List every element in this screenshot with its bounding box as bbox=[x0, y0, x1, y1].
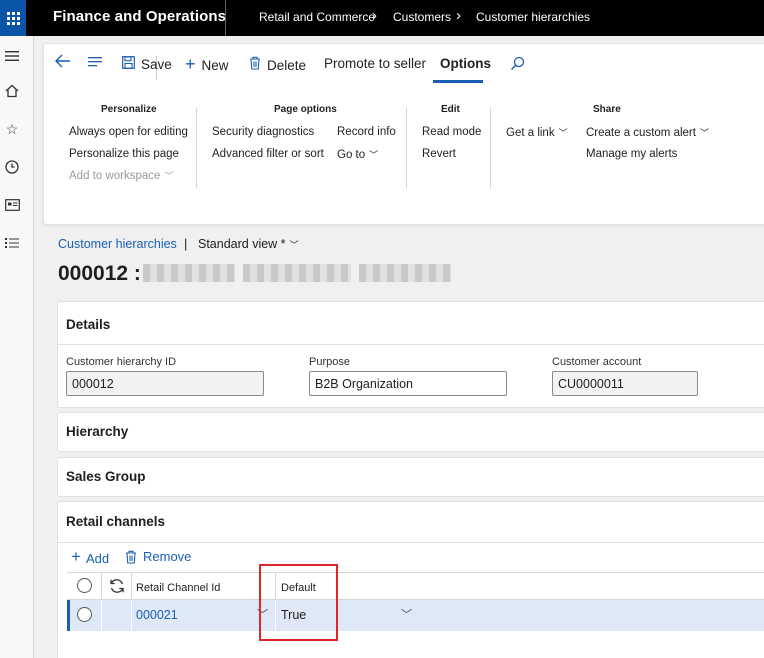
remove-button[interactable]: Remove bbox=[125, 549, 191, 564]
app-launcher-button[interactable] bbox=[0, 0, 26, 36]
customer-hierarchy-id-field[interactable]: 000012 bbox=[66, 371, 264, 396]
retail-channels-section: Retail channels + Add Remove Retail Chan… bbox=[57, 501, 764, 658]
tab-selected-indicator bbox=[433, 80, 483, 83]
default-dropdown-chevron-icon[interactable]: ﹀ bbox=[401, 606, 412, 622]
revert-button[interactable]: Revert bbox=[422, 148, 456, 160]
select-all-checkbox[interactable] bbox=[77, 578, 92, 593]
back-arrow-icon bbox=[55, 54, 70, 68]
group-title-edit: Edit bbox=[441, 104, 460, 115]
hierarchy-section: Hierarchy bbox=[57, 412, 764, 452]
chevron-down-icon: ﹀ bbox=[289, 240, 299, 250]
group-title-share: Share bbox=[593, 104, 621, 115]
get-a-link-button[interactable]: Get a link ﹀ bbox=[506, 126, 568, 139]
trash-icon bbox=[126, 550, 136, 564]
view-selector[interactable]: Standard view * ﹀ bbox=[198, 237, 299, 251]
plus-icon: + bbox=[185, 54, 196, 74]
purpose-field[interactable]: B2B Organization bbox=[309, 371, 507, 396]
column-divider bbox=[101, 573, 102, 601]
page-title: 000012 : bbox=[58, 262, 141, 285]
security-diagnostics-button[interactable]: Security diagnostics bbox=[212, 126, 314, 138]
star-icon[interactable]: ☆ bbox=[0, 117, 24, 141]
waffle-icon bbox=[6, 11, 20, 25]
search-icon bbox=[511, 56, 525, 70]
new-button[interactable]: + New bbox=[185, 54, 229, 75]
add-to-workspace-button[interactable]: Add to workspace ﹀ bbox=[69, 169, 173, 182]
row-select-checkbox[interactable] bbox=[77, 607, 92, 622]
top-bar: Finance and Operations Retail and Commer… bbox=[0, 0, 764, 36]
customer-account-label: Customer account bbox=[552, 356, 642, 368]
breadcrumb-customers[interactable]: Customers bbox=[393, 10, 451, 24]
add-button[interactable]: + Add bbox=[71, 547, 109, 567]
group-divider bbox=[196, 108, 197, 188]
action-pane: Save + New Delete Promote to seller Opti… bbox=[43, 43, 764, 225]
chevron-right-icon: › bbox=[456, 7, 461, 24]
chevron-down-icon: ﹀ bbox=[164, 171, 174, 181]
back-button[interactable] bbox=[55, 54, 71, 68]
section-divider bbox=[58, 542, 764, 543]
details-section: Details Customer hierarchy ID 000012 Pur… bbox=[57, 301, 764, 408]
retail-channel-id-cell[interactable]: 000021 bbox=[136, 608, 178, 622]
group-title-personalize: Personalize bbox=[101, 104, 157, 115]
search-button[interactable] bbox=[510, 56, 525, 71]
breadcrumb-retail-and-commerce[interactable]: Retail and Commerce bbox=[259, 10, 375, 24]
trash-icon bbox=[249, 56, 261, 74]
section-divider bbox=[58, 344, 764, 345]
lines-icon bbox=[88, 57, 102, 67]
plus-icon: + bbox=[71, 547, 81, 566]
save-button[interactable]: Save bbox=[122, 56, 172, 73]
always-open-for-editing-button[interactable]: Always open for editing bbox=[69, 126, 188, 138]
redacted-name bbox=[143, 264, 453, 284]
retail-channel-id-column-header[interactable]: Retail Channel Id bbox=[136, 582, 220, 594]
create-custom-alert-button[interactable]: Create a custom alert ﹀ bbox=[586, 126, 709, 139]
tab-options[interactable]: Options bbox=[440, 56, 491, 71]
group-divider bbox=[490, 108, 491, 188]
breadcrumb-separator: | bbox=[184, 236, 188, 251]
delete-button[interactable]: Delete bbox=[249, 56, 306, 74]
grid-header-row: Retail Channel Id Default bbox=[67, 572, 764, 601]
chevron-down-icon: ﹀ bbox=[558, 128, 568, 138]
go-to-button[interactable]: Go to ﹀ bbox=[337, 148, 378, 161]
highlight-box bbox=[259, 564, 338, 641]
column-divider bbox=[131, 600, 132, 631]
group-title-page-options: Page options bbox=[274, 104, 337, 115]
promote-to-seller-button[interactable]: Promote to seller bbox=[324, 56, 426, 71]
app-title[interactable]: Finance and Operations bbox=[53, 8, 226, 25]
group-divider bbox=[406, 108, 407, 188]
save-icon bbox=[122, 56, 135, 73]
customer-account-field[interactable]: CU0000011 bbox=[552, 371, 698, 396]
sales-group-header[interactable]: Sales Group bbox=[66, 469, 146, 484]
top-divider bbox=[225, 0, 226, 36]
home-icon[interactable] bbox=[0, 79, 24, 103]
details-header[interactable]: Details bbox=[66, 317, 110, 332]
purpose-label: Purpose bbox=[309, 356, 350, 368]
breadcrumb-customer-hierarchies[interactable]: Customer hierarchies bbox=[476, 10, 590, 24]
left-navigation: ☆ bbox=[0, 36, 34, 658]
chevron-right-icon: › bbox=[372, 7, 377, 24]
customer-hierarchy-id-label: Customer hierarchy ID bbox=[66, 356, 177, 368]
personalize-this-page-button[interactable]: Personalize this page bbox=[69, 148, 179, 160]
table-row[interactable]: 000021 ﹀ True ﹀ bbox=[67, 600, 764, 631]
clock-icon[interactable] bbox=[0, 155, 24, 179]
column-divider bbox=[101, 600, 102, 631]
hierarchy-header[interactable]: Hierarchy bbox=[66, 424, 128, 439]
breadcrumb-link[interactable]: Customer hierarchies bbox=[58, 237, 177, 251]
menu-icon[interactable] bbox=[0, 44, 24, 68]
read-mode-button[interactable]: Read mode bbox=[422, 126, 481, 138]
refresh-icon[interactable] bbox=[109, 578, 125, 599]
list-icon[interactable] bbox=[0, 231, 24, 255]
chevron-down-icon: ﹀ bbox=[369, 150, 379, 160]
workspace-icon[interactable] bbox=[0, 193, 24, 217]
sales-group-section: Sales Group bbox=[57, 457, 764, 497]
manage-my-alerts-button[interactable]: Manage my alerts bbox=[586, 148, 677, 160]
column-divider bbox=[131, 573, 132, 601]
record-info-button[interactable]: Record info bbox=[337, 126, 396, 138]
advanced-filter-button[interactable]: Advanced filter or sort bbox=[212, 148, 324, 160]
retail-channels-header[interactable]: Retail channels bbox=[66, 514, 165, 529]
action-pane-menu-button[interactable] bbox=[88, 56, 104, 68]
chevron-down-icon: ﹀ bbox=[699, 128, 709, 138]
